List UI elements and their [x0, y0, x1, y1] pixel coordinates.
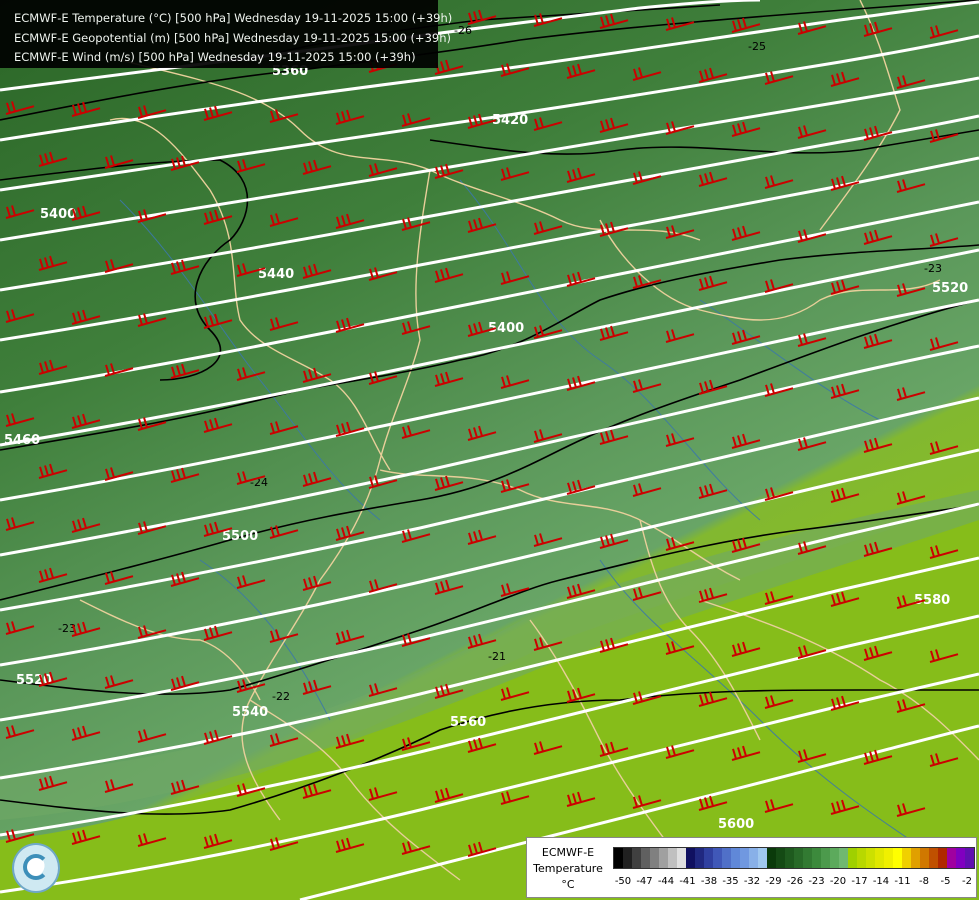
legend-variable: Temperature [533, 862, 603, 875]
temp-label: -22 [272, 690, 290, 703]
temp-label: -21 [488, 650, 506, 663]
legend-swatch [956, 848, 965, 868]
legend-swatch [830, 848, 839, 868]
geo-label: 5460 [4, 433, 40, 448]
legend-swatch [776, 848, 785, 868]
legend-swatch [884, 848, 893, 868]
legend-swatch [785, 848, 794, 868]
legend-swatch [758, 848, 767, 868]
legend-swatch [614, 848, 623, 868]
legend-tick: -26 [786, 876, 804, 887]
legend-source: ECMWF-E [541, 846, 595, 859]
weather-map: 5360 5420 5400 5440 5400 5460 5500 5520 … [0, 0, 979, 900]
legend-swatch [668, 848, 677, 868]
legend-swatch [848, 848, 857, 868]
geo-label: 5540 [232, 705, 268, 720]
legend-swatch [938, 848, 947, 868]
legend-tick: -29 [765, 876, 782, 887]
legend-tick: -50 [614, 876, 632, 887]
legend-swatch [731, 848, 740, 868]
legend-swatch [929, 848, 938, 868]
legend-swatch [821, 848, 830, 868]
legend-swatch [794, 848, 803, 868]
legend-swatch [857, 848, 866, 868]
geo-label: 5560 [450, 715, 486, 730]
legend-swatch [713, 848, 722, 868]
legend-tick: -17 [851, 876, 868, 887]
forecast-map-view: 5360 5420 5400 5440 5400 5460 5500 5520 … [0, 0, 979, 900]
legend-swatch [803, 848, 812, 868]
geo-label: 5520 [932, 281, 968, 296]
legend-swatch [641, 848, 650, 868]
legend-tick: -44 [657, 876, 675, 887]
legend-tick: -5 [940, 876, 951, 887]
temp-label: -25 [748, 40, 766, 53]
ecmwf-swirl-icon [12, 843, 60, 893]
title-wind: ECMWF-E Wind (m/s) [500 hPa] Wednesday 1… [14, 50, 416, 64]
legend-color-scale [613, 847, 975, 869]
legend-swatch [839, 848, 848, 868]
legend-tick: -20 [829, 876, 847, 887]
legend-tick: -14 [872, 876, 890, 887]
legend-tick: -47 [636, 876, 653, 887]
legend-swatch [911, 848, 920, 868]
geo-label: 5600 [718, 817, 754, 832]
geo-label: 5420 [492, 113, 528, 128]
legend-swatch [722, 848, 731, 868]
legend-swatch [866, 848, 875, 868]
legend-swatch [749, 848, 758, 868]
map-title-panel: ECMWF-E Temperature (°C) [500 hPa] Wedne… [0, 0, 452, 68]
legend-swatch [623, 848, 632, 868]
legend-tick-labels: -50 -47 -44 -41 -38 -35 -32 -29 -26 -23 -20 -17 -14-… [607, 876, 977, 890]
legend-tick: -35 [722, 876, 739, 887]
legend-tick: -32 [743, 876, 761, 887]
legend-swatch [947, 848, 956, 868]
legend-tick: -11 [894, 876, 911, 887]
legend-swatch [677, 848, 686, 868]
legend-swatch [902, 848, 911, 868]
legend-swatch [812, 848, 821, 868]
legend-swatch [893, 848, 902, 868]
temp-label: -26 [454, 24, 472, 37]
legend-swatch [632, 848, 641, 868]
legend-tick: -23 [808, 876, 825, 887]
legend-swatch [695, 848, 704, 868]
legend-swatch [875, 848, 884, 868]
legend-tick: -38 [700, 876, 718, 887]
title-temperature: ECMWF-E Temperature (°C) [500 hPa] Wedne… [14, 11, 453, 25]
legend-swatch [767, 848, 776, 868]
legend-unit: °C [561, 878, 575, 891]
temp-label: -23 [924, 262, 942, 275]
temperature-legend: ECMWF-E Temperature °C -50 -47 -44 -41 -38 -3… [526, 837, 977, 898]
legend-swatch [650, 848, 659, 868]
geo-label: 5400 [40, 207, 76, 222]
legend-swatch [965, 848, 974, 868]
geo-label: 5580 [914, 593, 950, 608]
legend-tick: -8 [919, 876, 929, 887]
legend-tick: -41 [679, 876, 696, 887]
legend-tick: -2 [962, 876, 972, 887]
legend-swatch [686, 848, 695, 868]
legend-swatch [704, 848, 713, 868]
legend-swatch [740, 848, 749, 868]
geo-label: 5500 [222, 529, 258, 544]
legend-swatch [920, 848, 929, 868]
title-geopotential: ECMWF-E Geopotential (m) [500 hPa] Wedne… [14, 31, 451, 45]
legend-swatch [659, 848, 668, 868]
